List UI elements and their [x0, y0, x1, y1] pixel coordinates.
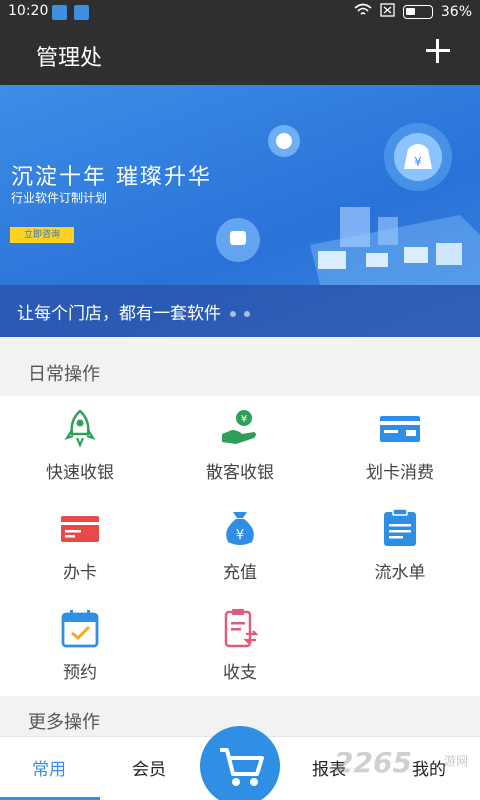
action-label: 划卡消费	[366, 463, 434, 483]
tab-common[interactable]: 常用	[32, 755, 66, 780]
add-button[interactable]	[424, 37, 452, 65]
red-card-icon	[61, 516, 99, 542]
action-label: 办卡	[63, 563, 97, 583]
action-income-expense[interactable]: 收支	[160, 596, 320, 696]
action-quick-checkout[interactable]: 快速收银	[0, 396, 160, 496]
clipboard-icon	[384, 508, 416, 546]
rocket-icon	[64, 409, 96, 448]
svg-text:¥: ¥	[241, 414, 247, 425]
battery-icon	[402, 5, 433, 19]
section-title-more: 更多操作	[28, 712, 100, 733]
app-screen: 10:20 36% 管理处 ¥ 沉淀十年 璀璨升华 行业软件订制计划 立即咨询 …	[0, 0, 480, 800]
status-bar: 10:20 36%	[0, 0, 480, 24]
action-label: 收支	[223, 663, 257, 683]
battery-text: 36%	[440, 4, 472, 20]
banner-illustration: ¥	[216, 123, 480, 285]
section-title-daily: 日常操作	[28, 364, 100, 385]
tab-members[interactable]: 会员	[132, 755, 166, 780]
banner-consult-button[interactable]: 立即咨询	[10, 227, 74, 243]
action-label: 充值	[223, 563, 257, 583]
status-time: 10:20	[8, 3, 49, 19]
action-card-consume[interactable]: 划卡消费	[320, 396, 480, 496]
banner-headline: 沉淀十年 璀璨升华	[11, 165, 212, 190]
status-right: 36%	[354, 3, 472, 21]
action-transaction-list[interactable]: 流水单	[320, 496, 480, 596]
page-title: 管理处	[36, 46, 103, 71]
wifi-icon	[354, 3, 372, 21]
watermark-logo: 2265	[334, 746, 412, 779]
card-icon	[380, 416, 420, 442]
promo-banner[interactable]: ¥ 沉淀十年 璀璨升华 行业软件订制计划 立即咨询 让每个门店，都有一套软件	[0, 85, 480, 337]
action-label: 快速收银	[46, 463, 114, 483]
ledger-icon	[224, 609, 259, 648]
action-issue-card[interactable]: 办卡	[0, 496, 160, 596]
dropbox-icon	[74, 5, 89, 20]
action-label: 流水单	[374, 563, 426, 583]
action-walkin-checkout[interactable]: ¥ 散客收银	[160, 396, 320, 496]
action-label: 散客收银	[206, 463, 274, 483]
calendar-icon	[61, 610, 99, 648]
pager-dot[interactable]	[244, 311, 250, 317]
cart-button[interactable]	[200, 726, 280, 800]
app-header: 管理处	[0, 24, 480, 85]
banner-slogan: 让每个门店，都有一套软件	[17, 304, 221, 324]
banner-subhead: 行业软件订制计划	[11, 191, 108, 205]
action-label: 预约	[63, 663, 97, 683]
svg-text:¥: ¥	[414, 155, 422, 169]
shopping-cart-icon	[220, 748, 264, 786]
tab-mine[interactable]: 我的	[412, 755, 446, 780]
action-appointment[interactable]: 预约	[0, 596, 160, 696]
hand-coin-icon: ¥	[222, 410, 256, 444]
banner-pager-dots[interactable]	[230, 311, 250, 317]
money-bag-icon: ¥	[226, 512, 254, 545]
svg-text:¥: ¥	[236, 528, 244, 543]
action-recharge[interactable]: ¥ 充值	[160, 496, 320, 596]
daily-actions-grid: 快速收银 ¥ 散客收银 划卡消费 办卡 ¥ 充值 流水单 预约 收支	[0, 396, 480, 696]
watermark-text: 游网	[444, 754, 469, 768]
upload-icon	[52, 5, 67, 20]
sim-off-icon	[380, 3, 395, 21]
pager-dot[interactable]	[230, 311, 236, 317]
